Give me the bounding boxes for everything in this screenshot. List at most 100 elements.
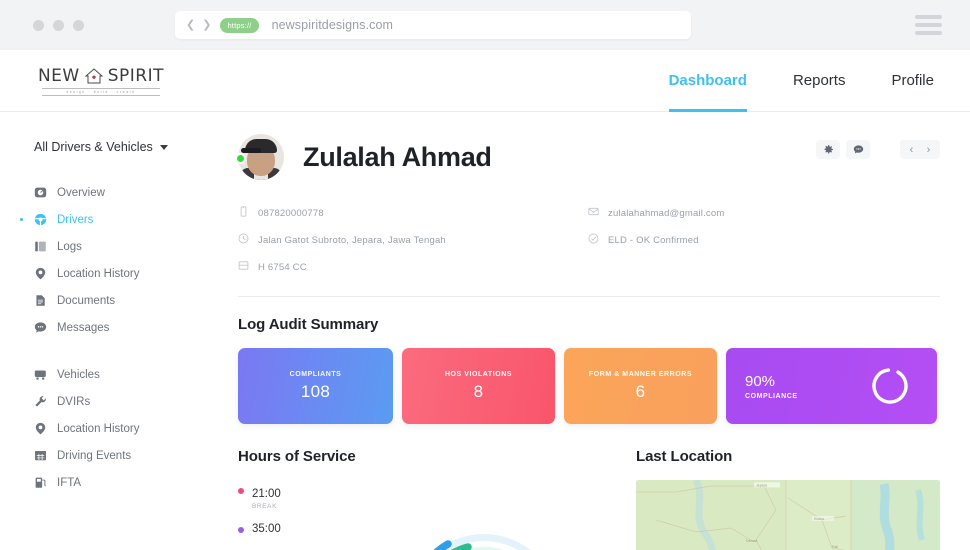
profile-actions: ‹ › [816, 140, 940, 159]
sidebar-label: Messages [57, 321, 110, 334]
back-icon[interactable]: ❮ [186, 19, 195, 31]
next-record-button[interactable]: › [921, 143, 936, 156]
driver-profile-header: Zulalah Ahmad ‹ › [235, 134, 940, 180]
tab-profile[interactable]: Profile [891, 50, 934, 112]
legend-time: 35:00 [252, 523, 281, 535]
map-pin-icon [34, 422, 47, 435]
detail-address: Jalan Gatot Subroto, Jepara, Jawa Tengah [238, 233, 588, 247]
chat-bubble-icon [34, 321, 47, 334]
clock-icon [238, 233, 249, 247]
fuel-pump-icon [34, 476, 47, 489]
sidebar-item-documents[interactable]: Documents [0, 288, 220, 313]
check-circle-icon [588, 233, 599, 247]
sidebar-item-messages[interactable]: Messages [0, 315, 220, 340]
sidebar-label: Overview [57, 186, 105, 199]
card-value: 8 [473, 381, 484, 401]
svg-text:Kudus: Kudus [814, 517, 824, 521]
detail-value: zulalahahmad@gmail.com [608, 207, 725, 219]
tab-reports[interactable]: Reports [793, 50, 846, 112]
legend-sublabel: BREAK [252, 503, 278, 510]
wrench-icon [34, 395, 47, 408]
brand-logo[interactable]: NEW SPIRIT design · build · create [38, 66, 164, 96]
card-value: 90% [745, 372, 776, 390]
filter-label: All Drivers & Vehicles [34, 140, 153, 154]
chevron-down-icon [159, 144, 168, 150]
phone-icon [238, 206, 249, 220]
address-bar[interactable]: ❮ ❯ https:// newspiritdesigns.com [175, 11, 691, 39]
https-badge: https:// [220, 17, 259, 33]
card-value: 108 [300, 381, 331, 401]
app-header: NEW SPIRIT design · build · create Dashb… [0, 50, 970, 112]
record-pager: ‹ › [900, 140, 940, 159]
house-icon [84, 67, 104, 84]
gear-icon [823, 144, 834, 155]
hamburger-menu-icon[interactable] [915, 15, 942, 35]
detail-license-plate: H 6754 CC [238, 260, 588, 274]
sidebar-item-ifta[interactable]: IFTA [0, 470, 220, 495]
maximize-window-button[interactable] [73, 19, 84, 31]
sidebar-item-drivers[interactable]: Drivers [0, 207, 220, 232]
legend-color-dot [238, 527, 244, 533]
avatar[interactable] [235, 134, 284, 180]
hos-radial-arc-chart [386, 488, 546, 550]
minimize-window-button[interactable] [53, 19, 64, 31]
sidebar-item-vehicles[interactable]: Vehicles [0, 362, 220, 387]
forward-icon[interactable]: ❯ [202, 19, 211, 31]
sidebar-label: Driving Events [57, 449, 132, 462]
sidebar-item-dvirs[interactable]: DVIRs [0, 389, 220, 414]
card-label: COMPLIANCE [745, 392, 798, 400]
tab-dashboard[interactable]: Dashboard [668, 50, 748, 112]
sidebar-label: IFTA [57, 476, 82, 489]
card-compliance[interactable]: 90% COMPLIANCE [726, 348, 937, 424]
chat-bubble-icon [853, 144, 864, 155]
legend-time: 21:00 [252, 488, 281, 500]
last-location-title: Last Location [636, 448, 733, 465]
log-audit-title: Log Audit Summary [238, 316, 379, 333]
logo-text-right: SPIRIT [107, 65, 165, 86]
detail-value: 087820000778 [258, 207, 324, 219]
steering-wheel-icon [34, 213, 47, 226]
url-text[interactable]: newspiritdesigns.com [272, 18, 394, 32]
message-button[interactable] [846, 140, 870, 159]
sidebar-item-driving-events[interactable]: Driving Events [0, 443, 220, 468]
hours-of-service-title: Hours of Service [238, 448, 356, 465]
card-form-manner-errors[interactable]: FORM & MANNER ERRORS 6 [564, 348, 717, 424]
card-hos-violations[interactable]: HOS VIOLATIONS 8 [402, 348, 555, 424]
logo-text-left: NEW [37, 65, 80, 86]
main-content: Zulalah Ahmad ‹ › 087820000778 zulalahah… [220, 112, 970, 550]
sidebar-item-vehicle-location-history[interactable]: Location History [0, 416, 220, 441]
logo-tagline: design · build · create [42, 87, 160, 96]
status-badge-online [235, 153, 246, 164]
card-value: 6 [635, 381, 646, 401]
detail-eld-status: ELD - OK Confirmed [588, 233, 940, 247]
last-location-panel: Last Location Jepara Kudus Pati Demak [636, 448, 940, 550]
sidebar-label: Location History [57, 267, 140, 280]
driver-vehicle-filter-dropdown[interactable]: All Drivers & Vehicles [34, 140, 220, 154]
main-nav-tabs: Dashboard Reports Profile [668, 50, 934, 112]
hours-of-service-panel: Hours of Service 21:00 BREAK 35:00 [238, 448, 622, 550]
log-audit-cards: COMPLIANTS 108 HOS VIOLATIONS 8 FORM & M… [238, 348, 940, 424]
sidebar-label: Logs [57, 240, 82, 253]
gauge-icon [34, 186, 47, 199]
sidebar-label: Location History [57, 422, 140, 435]
close-window-button[interactable] [33, 19, 44, 31]
profile-icon-buttons [816, 140, 870, 159]
sidebar-label: Vehicles [57, 368, 100, 381]
browser-nav-arrows[interactable]: ❮ ❯ [186, 19, 211, 31]
window-controls[interactable] [33, 19, 84, 31]
sidebar-item-overview[interactable]: Overview [0, 180, 220, 205]
sidebar-label: Drivers [57, 213, 94, 226]
svg-text:Jepara: Jepara [756, 483, 767, 487]
card-compliants[interactable]: COMPLIANTS 108 [238, 348, 393, 424]
last-location-map[interactable]: Jepara Kudus Pati Demak [636, 480, 940, 550]
svg-text:Demak: Demak [746, 539, 758, 543]
id-card-icon [238, 260, 249, 274]
sidebar-item-logs[interactable]: Logs [0, 234, 220, 259]
detail-email: zulalahahmad@gmail.com [588, 206, 940, 220]
detail-value: ELD - OK Confirmed [608, 234, 699, 246]
document-icon [34, 294, 47, 307]
settings-button[interactable] [816, 140, 840, 159]
sidebar-item-location-history[interactable]: Location History [0, 261, 220, 286]
prev-record-button[interactable]: ‹ [904, 143, 919, 156]
browser-chrome: ❮ ❯ https:// newspiritdesigns.com [0, 0, 970, 50]
